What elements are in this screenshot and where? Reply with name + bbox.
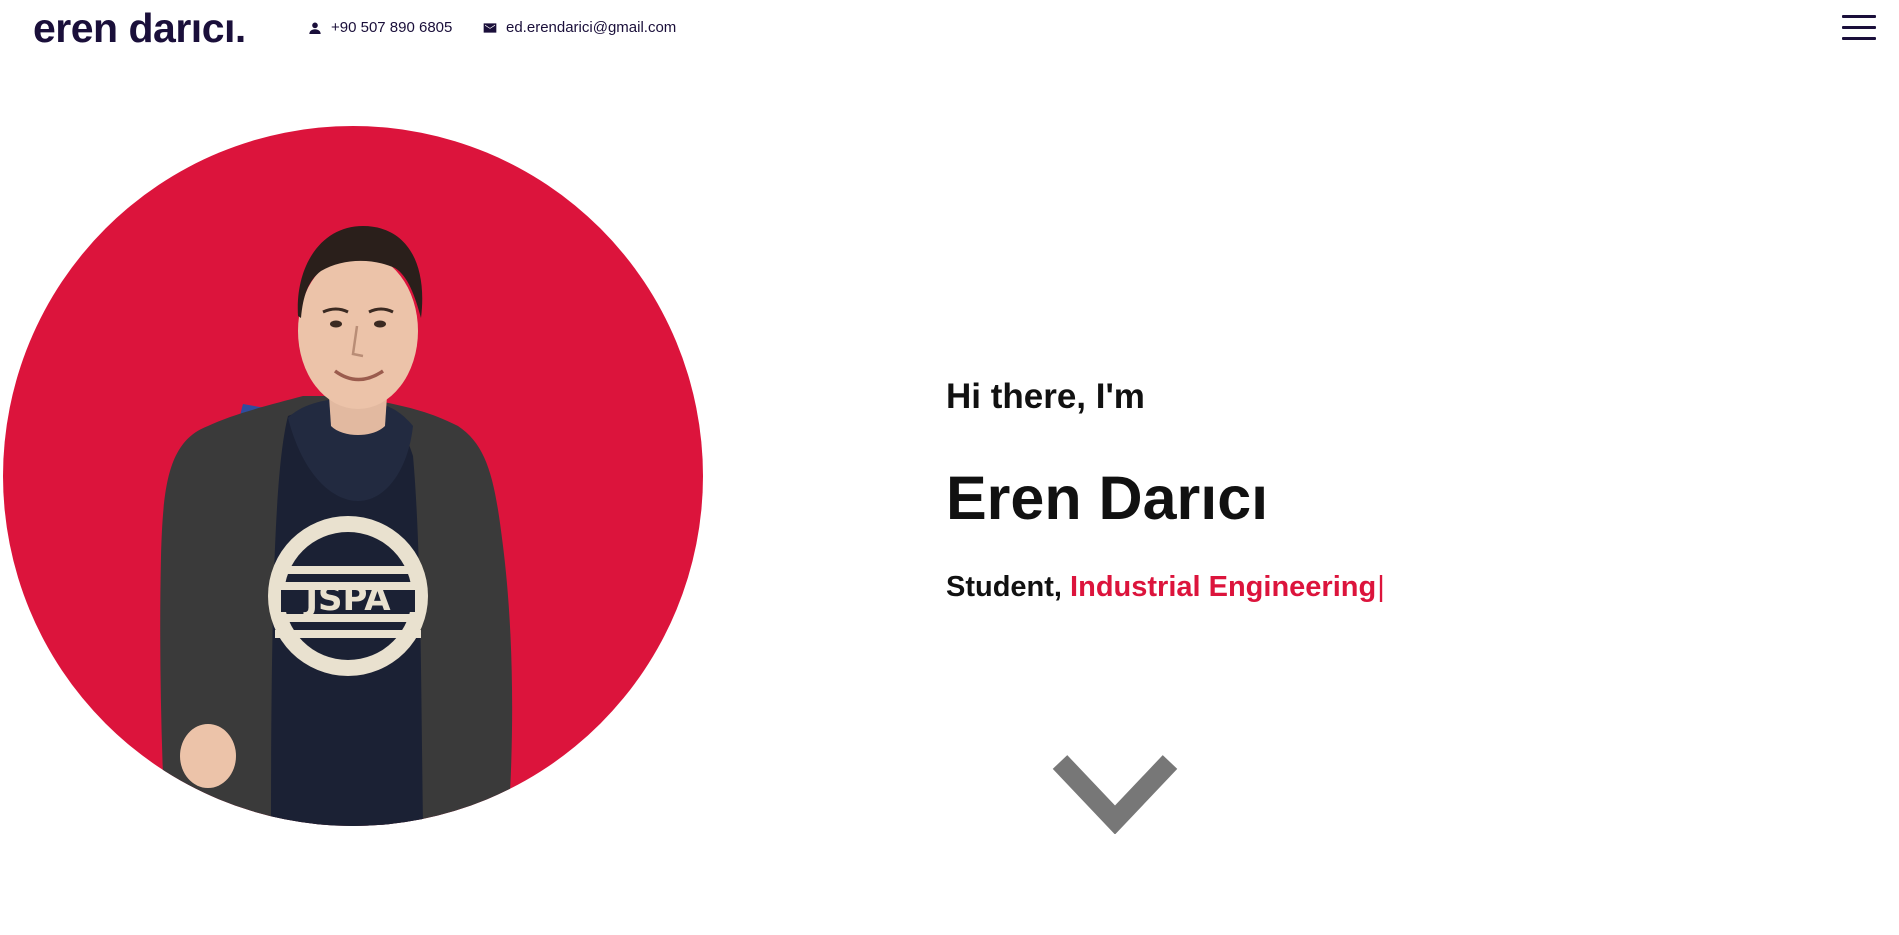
role-prefix: Student, — [946, 571, 1071, 603]
role-line: Student, Industrial Engineering| — [946, 569, 1385, 605]
site-logo[interactable]: eren darıcı. — [33, 5, 246, 51]
menu-bar — [1842, 15, 1876, 18]
profile-portrait: JSPA — [3, 126, 703, 826]
hero-name: Eren Darıcı — [946, 464, 1269, 532]
mail-icon — [482, 20, 498, 36]
scroll-down-button[interactable] — [1050, 752, 1180, 835]
portrait-illustration: JSPA — [160, 226, 513, 826]
greeting-text: Hi there, I'm — [946, 377, 1145, 416]
menu-bar — [1842, 37, 1876, 40]
email-contact-link[interactable]: ed.erendarici@gmail.com — [482, 18, 676, 38]
phone-number: +90 507 890 6805 — [331, 19, 453, 36]
phone-contact-link[interactable]: +90 507 890 6805 — [307, 18, 452, 38]
menu-bar — [1842, 26, 1876, 29]
svg-text:JSPA: JSPA — [303, 579, 391, 619]
top-navigation-bar: eren darıcı. +90 507 890 6805 ed.erendar… — [0, 0, 1899, 60]
hamburger-menu-icon[interactable] — [1842, 14, 1876, 42]
chevron-down-icon — [1052, 755, 1178, 835]
role-highlight: Industrial Engineering — [1070, 571, 1377, 603]
email-address: ed.erendarici@gmail.com — [506, 19, 677, 36]
person-icon — [307, 20, 323, 36]
typing-cursor: | — [1377, 571, 1385, 603]
